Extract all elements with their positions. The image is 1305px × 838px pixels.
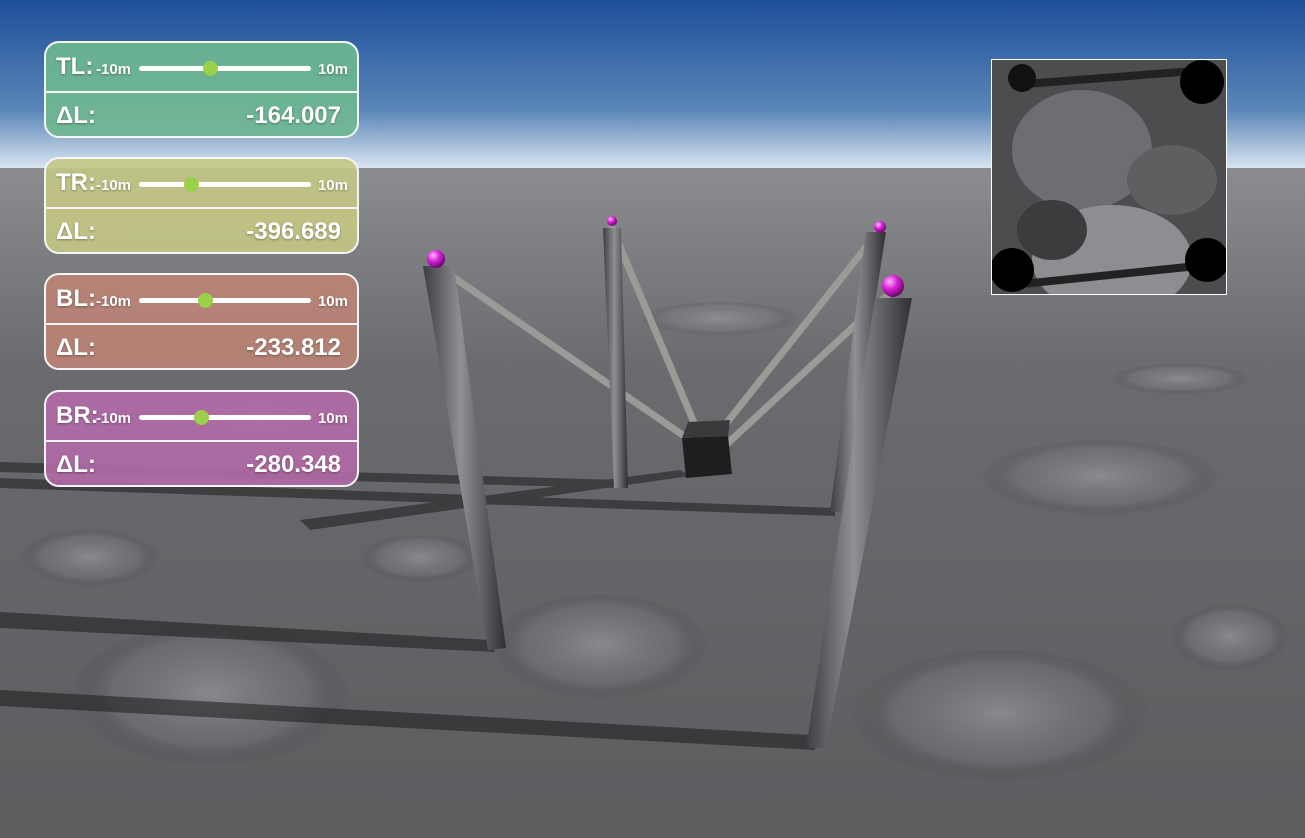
slider-max-label: 10m (317, 61, 348, 78)
cable-label: BL: (56, 285, 96, 312)
cable-slider-row: TR: -10m 10m (46, 159, 357, 208)
slider-min-label: -10m (96, 177, 132, 194)
marker-tl-icon (607, 216, 617, 226)
slider-min-label: -10m (96, 410, 132, 427)
cable-panel-tr: TR: -10m 10m ΔL: -396.689 (44, 157, 359, 254)
slider-thumb[interactable] (198, 293, 214, 308)
cable-label: TL: (56, 53, 94, 80)
slider-thumb[interactable] (183, 177, 199, 192)
cable-delta-row: ΔL: -280.348 (46, 441, 357, 485)
slider-min-label: -10m (96, 293, 132, 310)
cable-label: TR: (56, 169, 96, 196)
delta-value: -396.689 (246, 218, 341, 245)
delta-value: -280.348 (246, 451, 341, 478)
slider-thumb[interactable] (203, 61, 219, 76)
cable-delta-row: ΔL: -233.812 (46, 324, 357, 368)
slider-max-label: 10m (317, 177, 348, 194)
minimap-pole-tl-icon (1008, 64, 1036, 92)
cable-delta-row: ΔL: -396.689 (46, 208, 357, 252)
marker-bl-icon (427, 250, 445, 268)
cable-label: BR: (56, 402, 99, 429)
cable-slider-row: BR: -10m 10m (46, 392, 357, 441)
delta-label: ΔL: (56, 334, 96, 361)
payload-cube[interactable] (682, 420, 732, 478)
slider-max-label: 10m (317, 410, 348, 427)
cable-length-slider[interactable] (139, 177, 311, 192)
cable-panel-tl: TL: -10m 10m ΔL: -164.007 (44, 41, 359, 138)
minimap-pole-bl-icon (992, 248, 1034, 292)
marker-br-icon (882, 275, 904, 297)
cable-panel-bl: BL: -10m 10m ΔL: -233.812 (44, 273, 359, 370)
marker-tr-icon (874, 221, 886, 233)
slider-min-label: -10m (96, 61, 132, 78)
slider-thumb[interactable] (193, 410, 209, 425)
minimap-pole-br-icon (1185, 238, 1226, 282)
cable-length-slider[interactable] (139, 293, 311, 308)
delta-label: ΔL: (56, 451, 96, 478)
delta-value: -164.007 (246, 102, 341, 129)
cable-delta-row: ΔL: -164.007 (46, 92, 357, 136)
slider-max-label: 10m (317, 293, 348, 310)
cable-panel-br: BR: -10m 10m ΔL: -280.348 (44, 390, 359, 487)
delta-value: -233.812 (246, 334, 341, 361)
payload-camera-minimap (991, 59, 1227, 295)
minimap-pole-tr-icon (1180, 60, 1224, 104)
cable-slider-row: TL: -10m 10m (46, 43, 357, 92)
cable-length-slider[interactable] (139, 61, 311, 76)
delta-label: ΔL: (56, 218, 96, 245)
cable-length-slider[interactable] (139, 410, 311, 425)
cable-slider-row: BL: -10m 10m (46, 275, 357, 324)
delta-label: ΔL: (56, 102, 96, 129)
